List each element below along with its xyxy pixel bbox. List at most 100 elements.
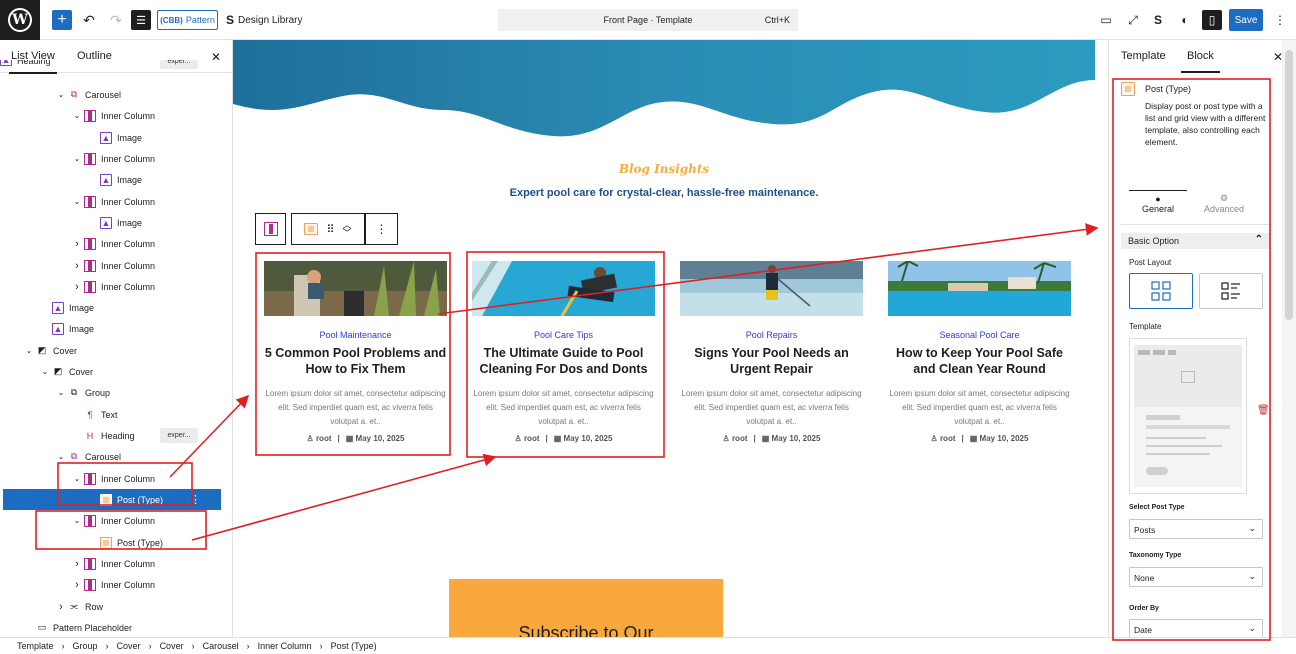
design-library-button[interactable]: S Design Library (226, 10, 303, 30)
grid-layout-button[interactable] (1129, 273, 1193, 309)
tree-row-inner-column[interactable]: ⌄ Inner Column (0, 148, 232, 169)
post-type-select[interactable]: Posts ⌄ (1129, 519, 1263, 539)
tree-row-carousel[interactable]: ⌄ ⧉ Carousel (0, 446, 232, 467)
chevron-down-icon[interactable]: ⌄ (40, 367, 50, 376)
tab-block[interactable]: Block (1181, 50, 1220, 73)
row-options-icon[interactable]: ⋮ (190, 493, 201, 506)
post-title[interactable]: The Ultimate Guide to Pool Cleaning For … (472, 345, 655, 377)
post-card[interactable]: Pool Repairs Signs Your Pool Needs an Urg… (680, 261, 863, 456)
chevron-right-icon[interactable]: › (72, 579, 82, 591)
tree-row-image[interactable]: ▲ Image (0, 297, 232, 318)
wordpress-logo-icon[interactable]: W (0, 0, 40, 40)
template-preview[interactable] (1129, 338, 1247, 494)
settings-sidebar-icon[interactable]: ▯ (1202, 10, 1222, 30)
post-card[interactable]: Pool Maintenance 5 Common Pool Problems a… (264, 261, 447, 456)
basic-option-header[interactable]: Basic Option ⌃ (1121, 233, 1271, 249)
desktop-preview-icon[interactable]: ▭ (1098, 12, 1114, 28)
taxonomy-type-select[interactable]: None ⌄ (1129, 567, 1263, 587)
block-parent-button[interactable] (255, 213, 286, 245)
breadcrumb-item[interactable]: Cover (160, 641, 184, 651)
chevron-down-icon[interactable]: ⌄ (56, 388, 66, 397)
post-card[interactable]: Pool Care Tips The Ultimate Guide to Pool… (472, 261, 655, 456)
options-menu-icon[interactable]: ⋮ (1272, 12, 1288, 28)
post-author: root (939, 434, 956, 443)
move-up-down-icon[interactable]: ︿ ﹀ (343, 221, 352, 238)
command-palette[interactable]: Front Page · Template Ctrl+K (498, 9, 798, 31)
chevron-down-icon[interactable]: ⌄ (72, 516, 82, 525)
post-card[interactable]: Seasonal Pool Care How to Keep Your Pool … (888, 261, 1071, 456)
breadcrumb-item[interactable]: Template (17, 641, 54, 651)
redo-icon[interactable]: ↷ (107, 9, 125, 31)
chevron-right-icon[interactable]: › (72, 260, 82, 272)
breadcrumb-item[interactable]: Inner Column (258, 641, 312, 651)
tree-row-inner-column[interactable]: › Inner Column (0, 255, 232, 276)
tree-row-pattern-placeholder[interactable]: ▭ Pattern Placeholder (0, 617, 232, 637)
settings-scrollbar[interactable] (1282, 40, 1296, 637)
chevron-down-icon[interactable]: ⌄ (56, 90, 66, 99)
tree-row-cover[interactable]: ⌄ ◩ Cover (0, 361, 232, 382)
chevron-right-icon[interactable]: › (72, 281, 82, 293)
chevron-down-icon[interactable]: ⌄ (72, 197, 82, 206)
list-layout-button[interactable] (1199, 273, 1263, 309)
tree-row-text[interactable]: ¶ Text (0, 404, 232, 425)
tree-row-cover[interactable]: ⌄ ◩ Cover (0, 340, 232, 361)
tree-row-post-type-[interactable]: Post (Type) ⋮ (3, 489, 221, 510)
tab-advanced[interactable]: ⚙ Advanced (1195, 190, 1253, 224)
block-type-toolbar[interactable]: ⠿ ︿ ﹀ (291, 213, 365, 245)
chevron-right-icon[interactable]: › (56, 601, 66, 613)
post-category[interactable]: Pool Care Tips (472, 330, 655, 340)
tree-row-inner-column[interactable]: › Inner Column (0, 276, 232, 297)
chevron-down-icon[interactable]: ⌄ (72, 154, 82, 163)
chevron-right-icon[interactable]: › (72, 558, 82, 570)
trash-icon[interactable]: 🗑 (1257, 405, 1270, 416)
block-options-button[interactable]: ⋮ (365, 213, 398, 245)
chevron-right-icon[interactable]: › (72, 238, 82, 250)
tree-row-group[interactable]: ⌄ ⧉ Group (0, 382, 232, 403)
tree-row-post-type-[interactable]: Post (Type) (0, 532, 232, 553)
chevron-down-icon[interactable]: ⌄ (56, 452, 66, 461)
tree-row-inner-column[interactable]: ⌄ Inner Column (0, 191, 232, 212)
post-title[interactable]: 5 Common Pool Problems and How to Fix Th… (264, 345, 447, 377)
tab-template[interactable]: Template (1121, 50, 1166, 62)
tree-row-label: Heading (17, 60, 51, 66)
chevron-down-icon[interactable]: ⌄ (72, 474, 82, 483)
tree-row-row[interactable]: › ⫘ Row (0, 596, 232, 617)
tree-row-inner-column[interactable]: › Inner Column (0, 553, 232, 574)
drag-handle-icon[interactable]: ⠿ (326, 223, 334, 236)
tree-row-inner-column[interactable]: › Inner Column (0, 233, 232, 254)
fullscreen-icon[interactable]: ⤢ (1125, 12, 1141, 28)
post-category[interactable]: Pool Repairs (680, 330, 863, 340)
tree-row-inner-column[interactable]: ⌄ Inner Column (0, 105, 232, 126)
tree-row-image[interactable]: ▲ Image (0, 169, 232, 190)
tree-row-inner-column[interactable]: ⌄ Inner Column (0, 468, 232, 489)
styles-icon[interactable]: ◐ (1177, 12, 1193, 28)
chevron-down-icon[interactable]: ⌄ (24, 346, 34, 355)
chevron-down-icon[interactable]: ⌄ (72, 111, 82, 120)
breadcrumb-item[interactable]: Group (73, 641, 98, 651)
breadcrumb-item[interactable]: Post (Type) (331, 641, 377, 651)
tree-row-image[interactable]: ▲ Image (0, 212, 232, 233)
list-view-toggle-icon[interactable]: ☰ (131, 10, 151, 30)
post-title[interactable]: Signs Your Pool Needs an Urgent Repair (680, 345, 863, 377)
breadcrumb-item[interactable]: Carousel (203, 641, 239, 651)
post-category[interactable]: Pool Maintenance (264, 330, 447, 340)
post-category[interactable]: Seasonal Pool Care (888, 330, 1071, 340)
tree-row-heading[interactable]: ▲ Heading exper... (0, 60, 232, 74)
breadcrumb-item[interactable]: Cover (117, 641, 141, 651)
save-button[interactable]: Save (1229, 9, 1263, 31)
tree-row-image[interactable]: ▲ Image (0, 318, 232, 339)
undo-icon[interactable]: ↶ (80, 9, 98, 31)
tree-row-image[interactable]: ▲ Image (0, 127, 232, 148)
tree-row-inner-column[interactable]: ⌄ Inner Column (0, 510, 232, 531)
order-by-select[interactable]: Date ⌄ (1129, 619, 1263, 637)
tree-row-carousel[interactable]: ⌄ ⧉ Carousel (0, 84, 232, 105)
post-title[interactable]: How to Keep Your Pool Safe and Clean Yea… (888, 345, 1071, 377)
pattern-placeholder-icon: ▭ (37, 622, 47, 632)
tree-row-heading[interactable]: H Heading exper... (0, 425, 232, 446)
pattern-button[interactable]: (CBB) Pattern (157, 10, 218, 30)
tab-general[interactable]: ● General (1129, 190, 1187, 224)
design-library-top-icon[interactable]: S (1150, 12, 1166, 28)
add-block-button[interactable]: + (52, 10, 72, 30)
tree-row-inner-column[interactable]: › Inner Column (0, 574, 232, 595)
wave-header (233, 40, 1095, 137)
